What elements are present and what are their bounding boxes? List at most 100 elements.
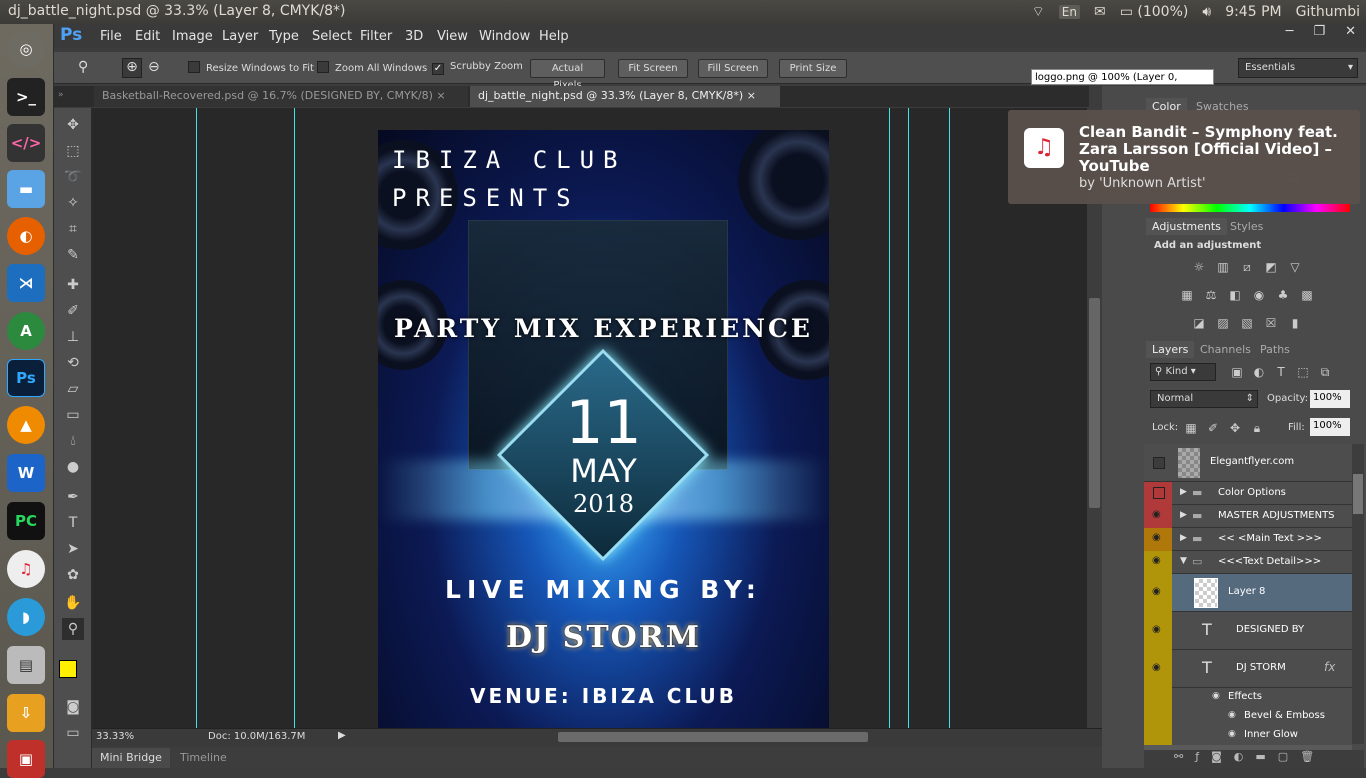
maximize-icon[interactable]: ❐ bbox=[1313, 24, 1325, 39]
channel-mixer-icon[interactable]: ♣ bbox=[1274, 288, 1292, 302]
ubuntu-logo-icon[interactable]: ◎ bbox=[7, 30, 45, 68]
menu-help[interactable]: Help bbox=[539, 29, 569, 44]
effect-row[interactable]: ◉ Bevel & Emboss bbox=[1144, 707, 1352, 726]
fill-screen-button[interactable]: Fill Screen bbox=[698, 59, 768, 78]
zoom-tool-icon[interactable]: ⚲ bbox=[62, 618, 84, 640]
levels-icon[interactable]: ▥ bbox=[1214, 260, 1232, 274]
tab-basketball[interactable]: Basketball-Recovered.psd @ 16.7% (DESIGN… bbox=[94, 86, 468, 107]
foreground-color-swatch[interactable] bbox=[59, 660, 77, 678]
tab-channels[interactable]: Channels bbox=[1194, 341, 1257, 358]
add-mask-icon[interactable]: ◙ bbox=[1211, 750, 1222, 768]
zoom-out-icon[interactable]: ⊖ bbox=[148, 59, 160, 75]
keyboard-indicator[interactable]: En bbox=[1058, 5, 1080, 19]
browser-icon[interactable]: ◗ bbox=[7, 598, 45, 636]
minimize-icon[interactable]: ─ bbox=[1286, 24, 1294, 39]
exposure-icon[interactable]: ◩ bbox=[1262, 260, 1280, 274]
lock-paint-icon[interactable]: ✐ bbox=[1204, 421, 1222, 435]
visibility-eye-icon[interactable]: ◉ bbox=[1228, 729, 1236, 739]
layer-group-row[interactable]: ▶ ▬ Color Options bbox=[1144, 482, 1352, 505]
visibility-eye-icon[interactable]: ◉ bbox=[1152, 624, 1161, 635]
healing-brush-icon[interactable]: ✚ bbox=[62, 274, 84, 296]
visibility-off-icon[interactable] bbox=[1153, 457, 1165, 469]
zoom-tool-icon[interactable]: ⚲ bbox=[78, 59, 88, 75]
blend-mode-select[interactable]: Normal ⇕ bbox=[1150, 390, 1258, 408]
hand-tool-icon[interactable]: ✋ bbox=[62, 592, 84, 614]
tab-close-icon[interactable]: × bbox=[747, 89, 756, 102]
tab-styles[interactable]: Styles bbox=[1224, 218, 1269, 235]
lock-move-icon[interactable]: ✥ bbox=[1226, 421, 1244, 435]
zoom-all-checkbox[interactable]: Zoom All Windows bbox=[317, 61, 427, 74]
pycharm-icon[interactable]: PC bbox=[7, 502, 45, 540]
invert-icon[interactable]: ◪ bbox=[1190, 316, 1208, 330]
shape-tool-icon[interactable]: ✿ bbox=[62, 564, 84, 586]
tab-adjustments[interactable]: Adjustments bbox=[1146, 218, 1227, 235]
gradient-map-icon[interactable]: ▮ bbox=[1286, 316, 1304, 330]
filter-shape-icon[interactable]: ⬚ bbox=[1294, 365, 1312, 379]
color-lookup-icon[interactable]: ▩ bbox=[1298, 288, 1316, 302]
history-brush-icon[interactable]: ⟲ bbox=[62, 352, 84, 374]
tab-layers[interactable]: Layers bbox=[1146, 341, 1195, 358]
tab-close-icon[interactable]: × bbox=[436, 89, 445, 102]
menu-file[interactable]: File bbox=[100, 29, 122, 44]
firefox-icon[interactable]: ◐ bbox=[7, 217, 45, 255]
fit-screen-button[interactable]: Fit Screen bbox=[618, 59, 688, 78]
effect-row[interactable]: ◉ Inner Glow bbox=[1144, 726, 1352, 745]
fill-input[interactable]: 100% bbox=[1310, 418, 1350, 436]
print-size-button[interactable]: Print Size bbox=[779, 59, 847, 78]
menu-layer[interactable]: Layer bbox=[222, 29, 258, 44]
layer-group-row[interactable]: ◉ ▼ ▭ <<<Text Detail>>> bbox=[1144, 551, 1352, 574]
visibility-off-icon[interactable] bbox=[1153, 487, 1165, 499]
visibility-eye-icon[interactable]: ◉ bbox=[1152, 586, 1161, 597]
filter-adjustment-icon[interactable]: ◐ bbox=[1250, 365, 1268, 379]
marquee-tool-icon[interactable]: ⬚ bbox=[62, 140, 84, 162]
new-layer-icon[interactable]: ▢ bbox=[1278, 750, 1288, 768]
scrubby-zoom-checkbox[interactable]: ✓ Scrubby Zoom bbox=[432, 61, 523, 75]
add-style-icon[interactable]: ƒ bbox=[1195, 750, 1199, 768]
clock[interactable]: 9:45 PM bbox=[1225, 4, 1281, 20]
visibility-eye-icon[interactable]: ◉ bbox=[1152, 532, 1161, 543]
expand-arrow-icon[interactable]: ▶ bbox=[1180, 510, 1187, 520]
wps-writer-icon[interactable]: W bbox=[7, 454, 45, 492]
lock-transparent-icon[interactable]: ▦ bbox=[1182, 421, 1200, 435]
effects-row[interactable]: ◉ Effects bbox=[1144, 688, 1352, 707]
actual-pixels-button[interactable]: Actual Pixels bbox=[530, 59, 605, 91]
scrollbar-thumb[interactable] bbox=[1089, 298, 1100, 508]
status-menu-arrow-icon[interactable]: ▶ bbox=[338, 730, 346, 741]
filter-pixel-icon[interactable]: ▣ bbox=[1228, 365, 1246, 379]
expand-arrow-icon[interactable]: ▶ bbox=[1180, 533, 1187, 543]
lock-all-icon[interactable]: 🔒︎ bbox=[1248, 421, 1266, 435]
dodge-icon[interactable]: ● bbox=[62, 456, 84, 478]
photo-filter-icon[interactable]: ◉ bbox=[1250, 288, 1268, 302]
selective-color-icon[interactable]: ☒ bbox=[1262, 316, 1280, 330]
menu-image[interactable]: Image bbox=[172, 29, 213, 44]
mail-icon[interactable]: ✉ bbox=[1094, 4, 1106, 20]
document-canvas[interactable]: IBIZA CLUB PRESENTS PARTY MIX EXPERIENCE… bbox=[92, 108, 1087, 728]
terminal-icon[interactable]: >_ bbox=[7, 78, 45, 116]
tab-dj-battle-night[interactable]: dj_battle_night.psd @ 33.3% (Layer 8, CM… bbox=[470, 86, 780, 107]
vscode-icon[interactable]: ⋊ bbox=[7, 264, 45, 302]
menu-select[interactable]: Select bbox=[312, 29, 352, 44]
close-icon[interactable]: ✕ bbox=[1345, 24, 1356, 39]
threshold-icon[interactable]: ▧ bbox=[1238, 316, 1256, 330]
menu-edit[interactable]: Edit bbox=[135, 29, 160, 44]
zoom-level[interactable]: 33.33% bbox=[96, 731, 134, 742]
color-balance-icon[interactable]: ⚖ bbox=[1202, 288, 1220, 302]
filter-smart-icon[interactable]: ⧉ bbox=[1316, 365, 1334, 379]
layer-row-selected[interactable]: ◉ Layer 8 bbox=[1144, 574, 1352, 612]
move-tool-icon[interactable]: ✥ bbox=[62, 114, 84, 136]
layer-filter-kind[interactable]: ⚲ Kind ▾ bbox=[1150, 363, 1216, 381]
gradient-icon[interactable]: ▭ bbox=[62, 404, 84, 426]
itunes-icon[interactable]: ♫ bbox=[7, 550, 45, 588]
new-adjustment-icon[interactable]: ◐ bbox=[1234, 750, 1244, 768]
brush-tool-icon[interactable]: ✐ bbox=[62, 300, 84, 322]
magic-wand-icon[interactable]: ✧ bbox=[62, 192, 84, 214]
tab-paths[interactable]: Paths bbox=[1254, 341, 1296, 358]
brightness-icon[interactable]: ☼ bbox=[1190, 260, 1208, 274]
volume-icon[interactable]: 🔊︎ bbox=[1202, 4, 1211, 20]
opacity-input[interactable]: 100% bbox=[1310, 390, 1350, 408]
black-white-icon[interactable]: ◧ bbox=[1226, 288, 1244, 302]
visibility-eye-icon[interactable]: ◉ bbox=[1212, 691, 1220, 701]
menu-window[interactable]: Window bbox=[479, 29, 530, 44]
vlc-icon[interactable]: ▲ bbox=[7, 406, 45, 444]
visibility-eye-icon[interactable]: ◉ bbox=[1152, 555, 1161, 566]
